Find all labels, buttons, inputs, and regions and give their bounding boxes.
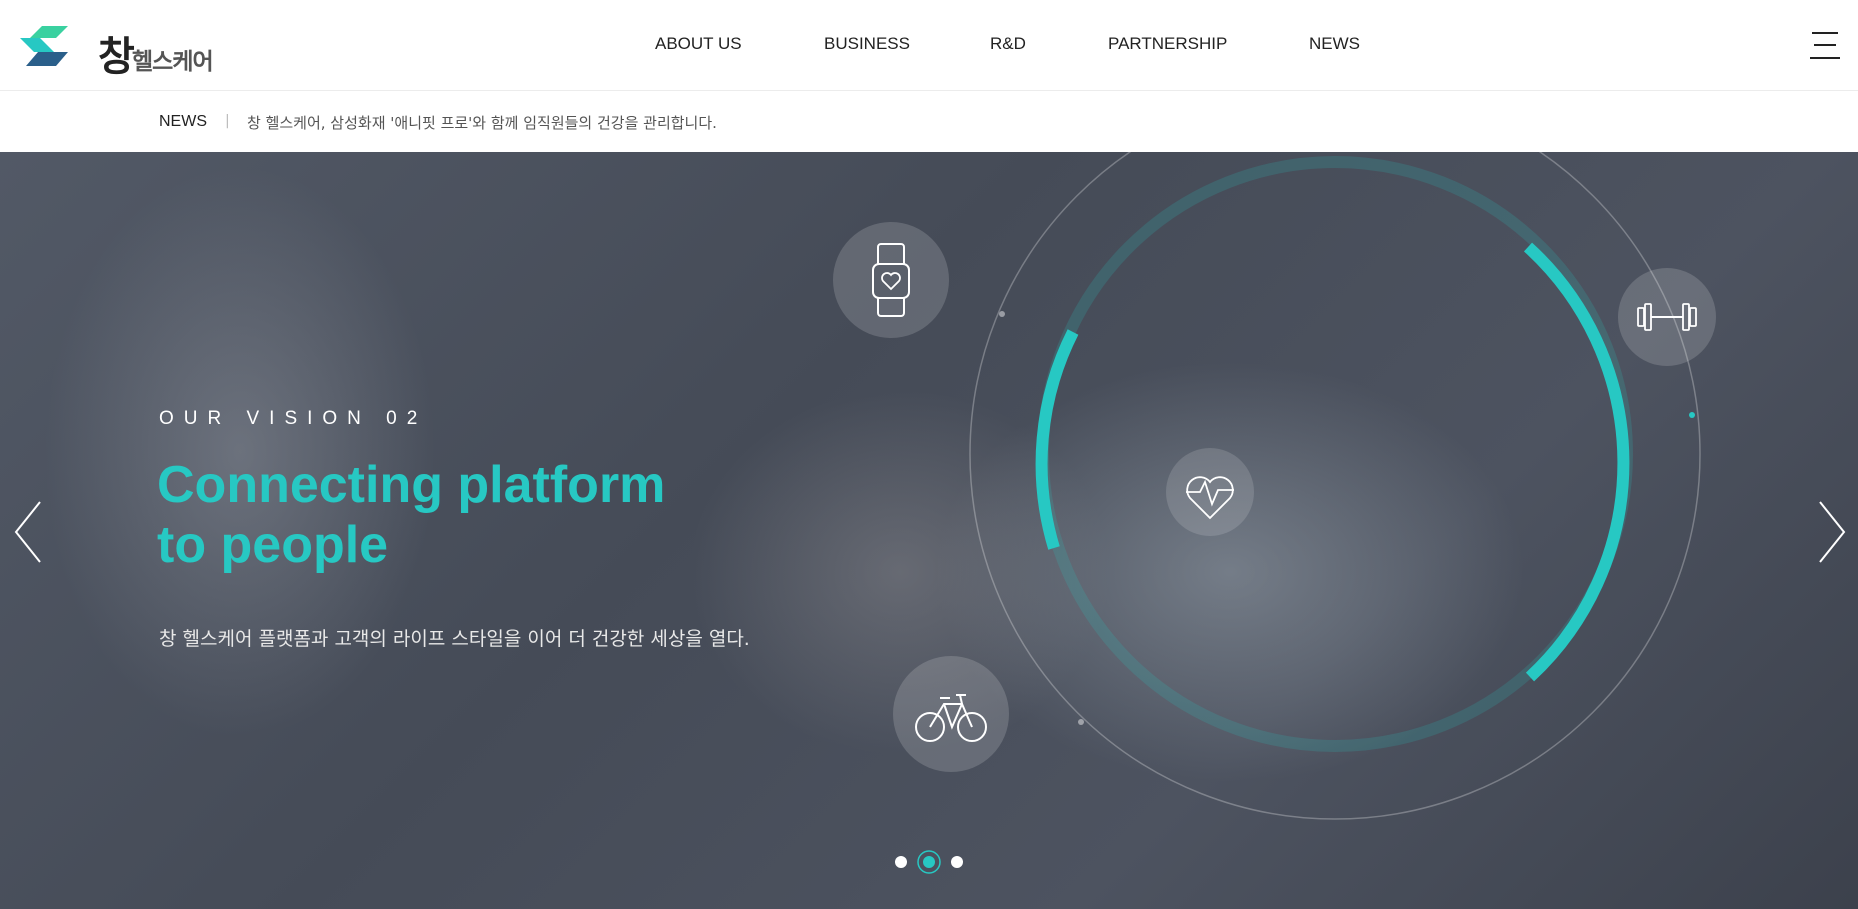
smartwatch-icon [833,222,949,338]
nav-item-about-us[interactable]: ABOUT US [655,34,742,54]
next-slide-arrow-icon[interactable] [1814,500,1848,564]
dumbbell-icon [1618,268,1716,366]
slide-dot-3[interactable] [951,856,963,868]
heart-pulse-icon [1166,448,1254,536]
bicycle-icon [893,656,1009,772]
hero-title-line1: Connecting platform [157,456,666,514]
hero-title: Connecting platform to people [157,455,665,575]
teal-arc-right [1523,242,1630,682]
site-header: 창 헬스케어 ABOUT US BUSINESS R&D PARTNERSHIP… [0,0,1858,91]
brand-name: 창 [98,34,135,80]
teal-arc-left [1035,329,1079,550]
slide-pagination [895,850,963,874]
nav-item-news[interactable]: NEWS [1309,34,1360,54]
ticker-headline[interactable]: 창 헬스케어, 삼성화재 '애니핏 프로'와 함께 임직원들의 건강을 관리합니… [247,112,717,133]
ring-dot [1078,719,1084,725]
hero-slider: OUR VISION 02 Connecting platform to peo… [0,152,1858,909]
outer-ring [969,152,1701,820]
hero-eyebrow: OUR VISION 02 [159,408,428,429]
menu-icon[interactable] [1810,31,1840,61]
brand-logo[interactable]: 창 헬스케어 [20,18,220,80]
ring-dot [999,311,1005,317]
ring-dot-teal [1689,412,1695,418]
prev-slide-arrow-icon[interactable] [12,500,46,564]
slide-dot-2-active[interactable] [923,856,935,868]
slide-dot-1[interactable] [895,856,907,868]
nav-item-rnd[interactable]: R&D [990,34,1026,54]
news-ticker[interactable]: NEWS | 창 헬스케어, 삼성화재 '애니핏 프로'와 함께 임직원들의 건… [0,91,1858,152]
nav-item-business[interactable]: BUSINESS [824,34,910,54]
hero-subtitle: 창 헬스케어 플랫폼과 고객의 라이프 스타일을 이어 더 건강한 세상을 열다… [159,628,750,650]
hero-title-line2: to people [157,516,389,574]
ticker-separator: | [225,113,230,129]
nav-item-partnership[interactable]: PARTNERSHIP [1108,34,1227,54]
ticker-label: NEWS [159,113,207,130]
logo-mark-icon [20,26,68,66]
brand-sub: 헬스케어 [132,49,214,75]
